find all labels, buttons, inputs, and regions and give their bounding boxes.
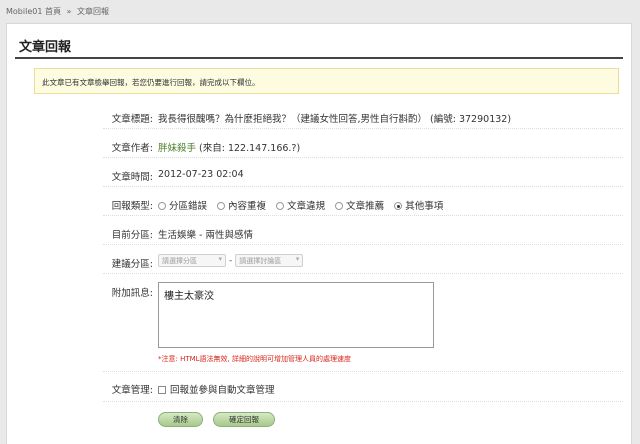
- breadcrumb-home-link[interactable]: Mobile01 首頁: [6, 7, 61, 16]
- field-title-label: 文章標題:: [111, 114, 153, 125]
- divider: [103, 215, 623, 216]
- auto-manage-option[interactable]: 回報並參與自動文章管理: [158, 382, 275, 396]
- field-current-label: 目前分區:: [111, 230, 153, 241]
- radio-option-5[interactable]: 其他事項: [394, 198, 443, 212]
- breadcrumb-separator: »: [66, 7, 72, 16]
- page-title: 文章回報: [19, 40, 72, 55]
- radio-icon[interactable]: [335, 202, 344, 210]
- divider: [103, 401, 623, 402]
- radio-icon[interactable]: [158, 202, 166, 210]
- divider: [103, 371, 623, 372]
- notice-box: 此文章已有文章檢舉回報，若您仍要進行回報，請完成以下欄位。: [34, 68, 619, 94]
- field-suggest-label: 建議分區:: [111, 259, 153, 270]
- field-title-value: 我長得很醜嗎？為什麼拒絕我？（建議女性回答,男性自行斟酌） (編號: 37290…: [158, 114, 512, 125]
- divider: [103, 244, 623, 245]
- divider: [103, 128, 623, 129]
- radio-icon[interactable]: [276, 202, 285, 210]
- field-suggest-controls: 請選擇分區 ▾ - 請選擇討論區 ▾: [158, 254, 304, 267]
- field-author-value: 胖妹殺手 (來自: 122.147.166.?): [158, 140, 300, 154]
- divider: [103, 186, 623, 187]
- field-note-label: 附加訊息:: [111, 288, 153, 299]
- field-current: 目前分區: 生活娛樂 - 兩性與感情: [7, 227, 631, 249]
- radio-selected-icon[interactable]: [394, 202, 403, 210]
- radio-icon[interactable]: [217, 202, 226, 210]
- field-current-value: 生活娛樂 - 兩性與感情: [158, 230, 253, 241]
- checkbox-icon[interactable]: [158, 386, 166, 394]
- field-type: 回報類型: 分區錯誤 內容重複 文章違規 文章推薦 其他事項: [7, 198, 631, 220]
- author-ip: (來自: 122.147.166.?): [199, 143, 301, 154]
- radio-option-4[interactable]: 文章推薦: [335, 198, 384, 212]
- category-select[interactable]: 請選擇分區 ▾: [158, 254, 226, 267]
- submit-button[interactable]: 確定回報: [213, 412, 275, 427]
- field-time-value: 2012-07-23 02:04: [158, 169, 244, 180]
- field-time-label: 文章時間:: [111, 172, 153, 183]
- breadcrumb: Mobile01 首頁 » 文章回報: [6, 6, 112, 17]
- html-warning: *注意: HTML語法無效, 詳細的說明可增加管理人員的處理速度: [158, 355, 352, 363]
- message-textarea[interactable]: 樓主太豪洨: [158, 282, 434, 348]
- field-title: 文章標題: 我長得很醜嗎？為什麼拒絕我？（建議女性回答,男性自行斟酌） (編號:…: [7, 111, 631, 133]
- radio-option-1[interactable]: 分區錯誤: [158, 198, 207, 212]
- report-panel: 文章回報 此文章已有文章檢舉回報，若您仍要進行回報，請完成以下欄位。 文章標題:…: [6, 23, 632, 444]
- select-separator: -: [229, 255, 233, 266]
- auto-manage-label: 回報並參與自動文章管理: [170, 385, 275, 396]
- divider: [103, 273, 623, 274]
- forum-select[interactable]: 請選擇討論區 ▾: [235, 254, 304, 267]
- clear-button[interactable]: 清除: [158, 412, 203, 427]
- report-type-radio-group: 分區錯誤 內容重複 文章違規 文章推薦 其他事項: [158, 198, 450, 212]
- author-link[interactable]: 胖妹殺手: [158, 143, 196, 154]
- field-author: 文章作者: 胖妹殺手 (來自: 122.147.166.?): [7, 140, 631, 162]
- field-type-label: 回報類型:: [111, 201, 153, 212]
- field-manage-label: 文章管理:: [111, 385, 153, 396]
- title-divider: [15, 57, 623, 59]
- field-author-label: 文章作者:: [111, 143, 153, 154]
- radio-option-2[interactable]: 內容重複: [217, 198, 266, 212]
- chevron-down-icon: ▾: [295, 255, 300, 263]
- chevron-down-icon: ▾: [218, 255, 222, 263]
- divider: [103, 157, 623, 158]
- field-time: 文章時間: 2012-07-23 02:04: [7, 169, 631, 191]
- breadcrumb-current: 文章回報: [76, 7, 109, 16]
- radio-option-3[interactable]: 文章違規: [276, 198, 325, 212]
